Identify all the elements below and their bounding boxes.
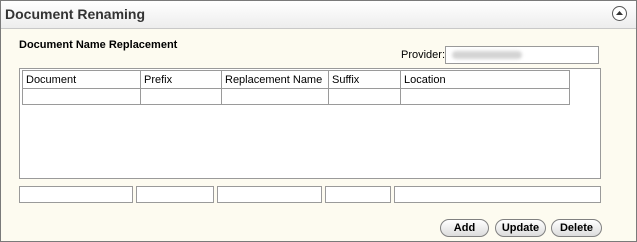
document-input[interactable]	[19, 186, 133, 203]
table-header-row: Document Prefix Replacement Name Suffix …	[22, 70, 570, 89]
column-header-document[interactable]: Document	[22, 70, 141, 89]
table-cell	[140, 88, 222, 105]
delete-button[interactable]: Delete	[551, 219, 602, 237]
table-cell	[22, 88, 141, 105]
replacement-table: Document Prefix Replacement Name Suffix …	[22, 70, 570, 105]
replacement-grid[interactable]: Document Prefix Replacement Name Suffix …	[19, 68, 601, 179]
provider-value-redacted	[452, 51, 522, 59]
document-renaming-panel: Document Renaming Document Name Replacem…	[0, 0, 637, 242]
column-header-prefix[interactable]: Prefix	[140, 70, 222, 89]
table-cell	[221, 88, 329, 105]
panel-title: Document Renaming	[5, 6, 146, 22]
column-header-location[interactable]: Location	[400, 70, 570, 89]
add-button[interactable]: Add	[440, 219, 489, 237]
update-button[interactable]: Update	[495, 219, 546, 237]
prefix-input[interactable]	[136, 186, 214, 203]
section-title: Document Name Replacement	[19, 39, 178, 51]
column-header-suffix[interactable]: Suffix	[328, 70, 401, 89]
table-cell	[400, 88, 570, 105]
provider-input[interactable]	[445, 46, 599, 64]
provider-label: Provider:	[401, 49, 446, 61]
column-header-replacement-name[interactable]: Replacement Name	[221, 70, 329, 89]
location-input[interactable]	[394, 186, 601, 203]
table-row[interactable]	[22, 88, 570, 105]
collapse-up-icon[interactable]	[612, 6, 627, 21]
panel-header: Document Renaming	[1, 1, 636, 29]
replacement-name-input[interactable]	[217, 186, 322, 203]
table-cell	[328, 88, 401, 105]
suffix-input[interactable]	[325, 186, 391, 203]
